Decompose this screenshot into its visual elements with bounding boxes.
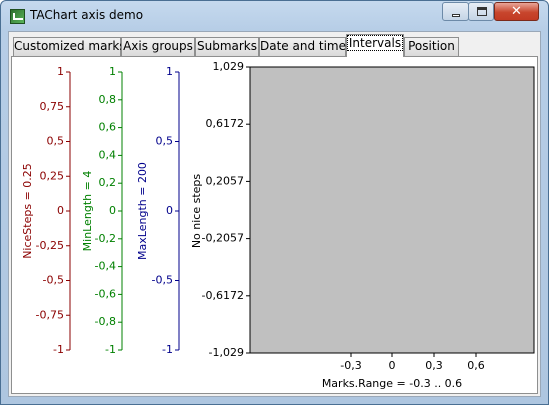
a4-tick-label: -0,6172 <box>202 289 244 302</box>
tab-label: Intervals <box>346 35 404 51</box>
tab-date-and-time[interactable]: Date and time <box>259 37 346 56</box>
a2-tick-label: 0,8 <box>99 93 117 106</box>
bottom-axis-title: Marks.Range = -0.3 .. 0.6 <box>322 377 462 390</box>
a1-tick-label: 1 <box>57 65 64 78</box>
plot-area <box>249 66 535 354</box>
a1-tick-label: 0,25 <box>40 169 65 182</box>
a4-tick-label: -1,029 <box>209 346 244 359</box>
a4-tick-label: -0,2057 <box>202 232 244 245</box>
tab-label: Customized marks <box>14 39 126 53</box>
a3-axis-title: MaxLength = 200 <box>136 162 149 260</box>
a1-tick-label: 0,75 <box>40 100 65 113</box>
tab-axis-groups[interactable]: Axis groups <box>121 37 195 56</box>
a2-tick-label: -0,2 <box>95 232 116 245</box>
tab-label: Position <box>408 39 455 53</box>
a1-tick-label: -0,5 <box>43 274 64 287</box>
a1-tick-label: -1 <box>53 343 64 356</box>
a2-tick-label: 0,2 <box>99 176 117 189</box>
close-button[interactable]: ✕ <box>494 2 539 21</box>
a1-tick-label: -0,25 <box>36 239 64 252</box>
window-title: TAChart axis demo <box>30 8 144 22</box>
tab-page-intervals: 1 0,75 0,5 0,25 0 -0,25 -0,5 -0,75 -1 NiceSteps =… <box>11 56 538 394</box>
a3-tick-label: 0,5 <box>156 135 174 148</box>
app-icon <box>10 9 25 24</box>
bottom-tick-label: 0,6 <box>467 359 485 372</box>
a4-tick-label: 0,6172 <box>206 117 245 130</box>
a1-tick-label: 0 <box>57 204 64 217</box>
a2-tick-label: -0,6 <box>95 287 116 300</box>
a2-tick-label: 0,4 <box>99 148 117 161</box>
a3-tick-label: -0,5 <box>152 274 173 287</box>
maximize-button[interactable] <box>468 2 494 21</box>
a4-tick-label: 0,2057 <box>206 174 245 187</box>
a2-tick-label: -0,8 <box>95 315 116 328</box>
a2-tick-label: -0,4 <box>95 260 116 273</box>
a3-tick-label: -1 <box>162 343 173 356</box>
a2-tick-label: 1 <box>109 65 116 78</box>
minimize-button[interactable] <box>442 2 469 21</box>
bottom-tick-label: 0 <box>389 359 396 372</box>
a4-tick-label: 1,029 <box>213 60 245 73</box>
a1-tick-label: -0,75 <box>36 308 64 321</box>
bottom-tick-label: 0,3 <box>425 359 443 372</box>
a4-axis-title: No nice steps <box>190 174 203 249</box>
a3-tick-label: 0 <box>166 204 173 217</box>
tab-label: Axis groups <box>123 39 193 53</box>
bottom-tick-label: -0,3 <box>340 359 361 372</box>
tab-label: Submarks <box>196 39 258 53</box>
a2-axis-title: MinLength = 4 <box>81 171 94 252</box>
tab-position[interactable]: Position <box>404 37 459 56</box>
a1-axis-title: NiceSteps = 0.25 <box>21 163 34 259</box>
app-window: TAChart axis demo ✕ Customized marks Axi… <box>0 0 549 405</box>
tab-intervals[interactable]: Intervals <box>346 34 404 57</box>
a1-tick-label: 0,5 <box>47 135 65 148</box>
a3-tick-label: 1 <box>166 65 173 78</box>
tab-customized-marks[interactable]: Customized marks <box>13 37 126 56</box>
close-icon: ✕ <box>511 4 522 19</box>
a2-tick-label: 0,6 <box>99 121 117 134</box>
chart: 1 0,75 0,5 0,25 0 -0,25 -0,5 -0,75 -1 NiceSteps =… <box>21 60 535 390</box>
client-area: Customized marks Axis groups Submarks Da… <box>8 31 541 397</box>
minimize-icon <box>452 14 460 17</box>
a2-tick-label: -1 <box>105 343 116 356</box>
tab-submarks[interactable]: Submarks <box>195 37 259 56</box>
title-bar[interactable]: TAChart axis demo ✕ <box>1 1 548 31</box>
maximize-icon <box>477 7 487 16</box>
a2-tick-label: 0 <box>109 204 116 217</box>
tab-label: Date and time <box>260 39 346 53</box>
